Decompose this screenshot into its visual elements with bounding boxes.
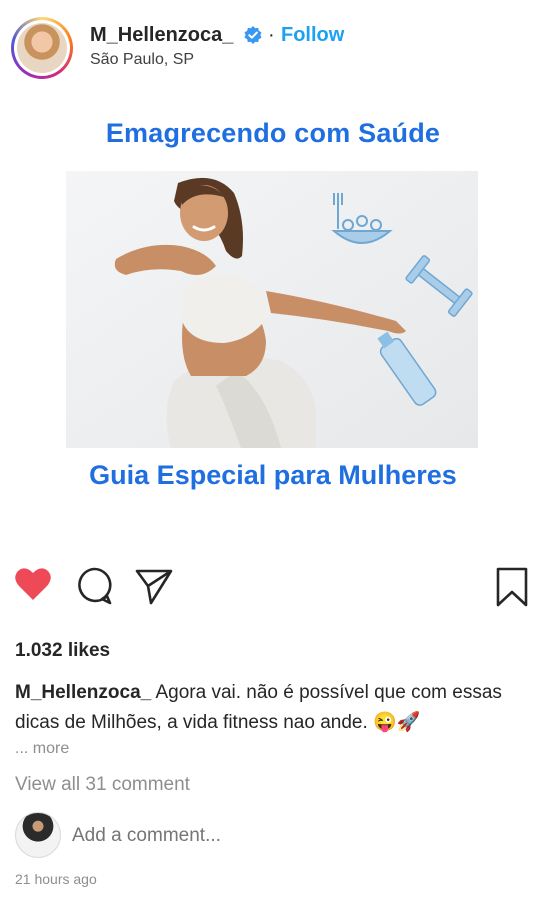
commenter-avatar (15, 812, 61, 858)
post-caption: M_Hellenzoca_ Agora vai. não é possível … (15, 678, 530, 738)
profile-avatar[interactable] (11, 17, 73, 79)
post-actions-bar (0, 566, 546, 616)
view-all-comments-link[interactable]: View all 31 comment (15, 774, 190, 796)
verified-badge-icon (244, 26, 262, 44)
heart-icon[interactable] (14, 566, 52, 602)
comment-icon[interactable] (74, 566, 114, 606)
username[interactable]: M_Hellenzoca_ (90, 24, 233, 47)
post-image-title: Emagrecendo com Saúde (105, 118, 441, 148)
fitness-photo (66, 171, 478, 448)
post-header: M_Hellenzoca_ · Follow São Paulo, SP (0, 0, 546, 90)
caption-username[interactable]: M_Hellenzoca_ (15, 682, 151, 703)
post-image-subtitle: Guia Especial para Mulheres (89, 460, 457, 490)
location-link[interactable]: São Paulo, SP (90, 51, 194, 69)
send-icon[interactable] (134, 566, 174, 606)
bookmark-icon[interactable] (495, 566, 529, 608)
avatar-photo (17, 23, 67, 73)
separator-dot: · (268, 24, 275, 46)
likes-count[interactable]: 1.032 likes (15, 640, 110, 662)
more-link[interactable]: ... more (15, 740, 69, 758)
post-image[interactable]: Emagrecendo com Saúde Guia Especial para… (0, 96, 546, 546)
woman-exercising-illustration (66, 171, 478, 448)
post-timestamp: 21 hours ago (15, 871, 97, 887)
follow-button[interactable]: Follow (281, 24, 344, 47)
add-comment-input[interactable] (72, 825, 512, 847)
